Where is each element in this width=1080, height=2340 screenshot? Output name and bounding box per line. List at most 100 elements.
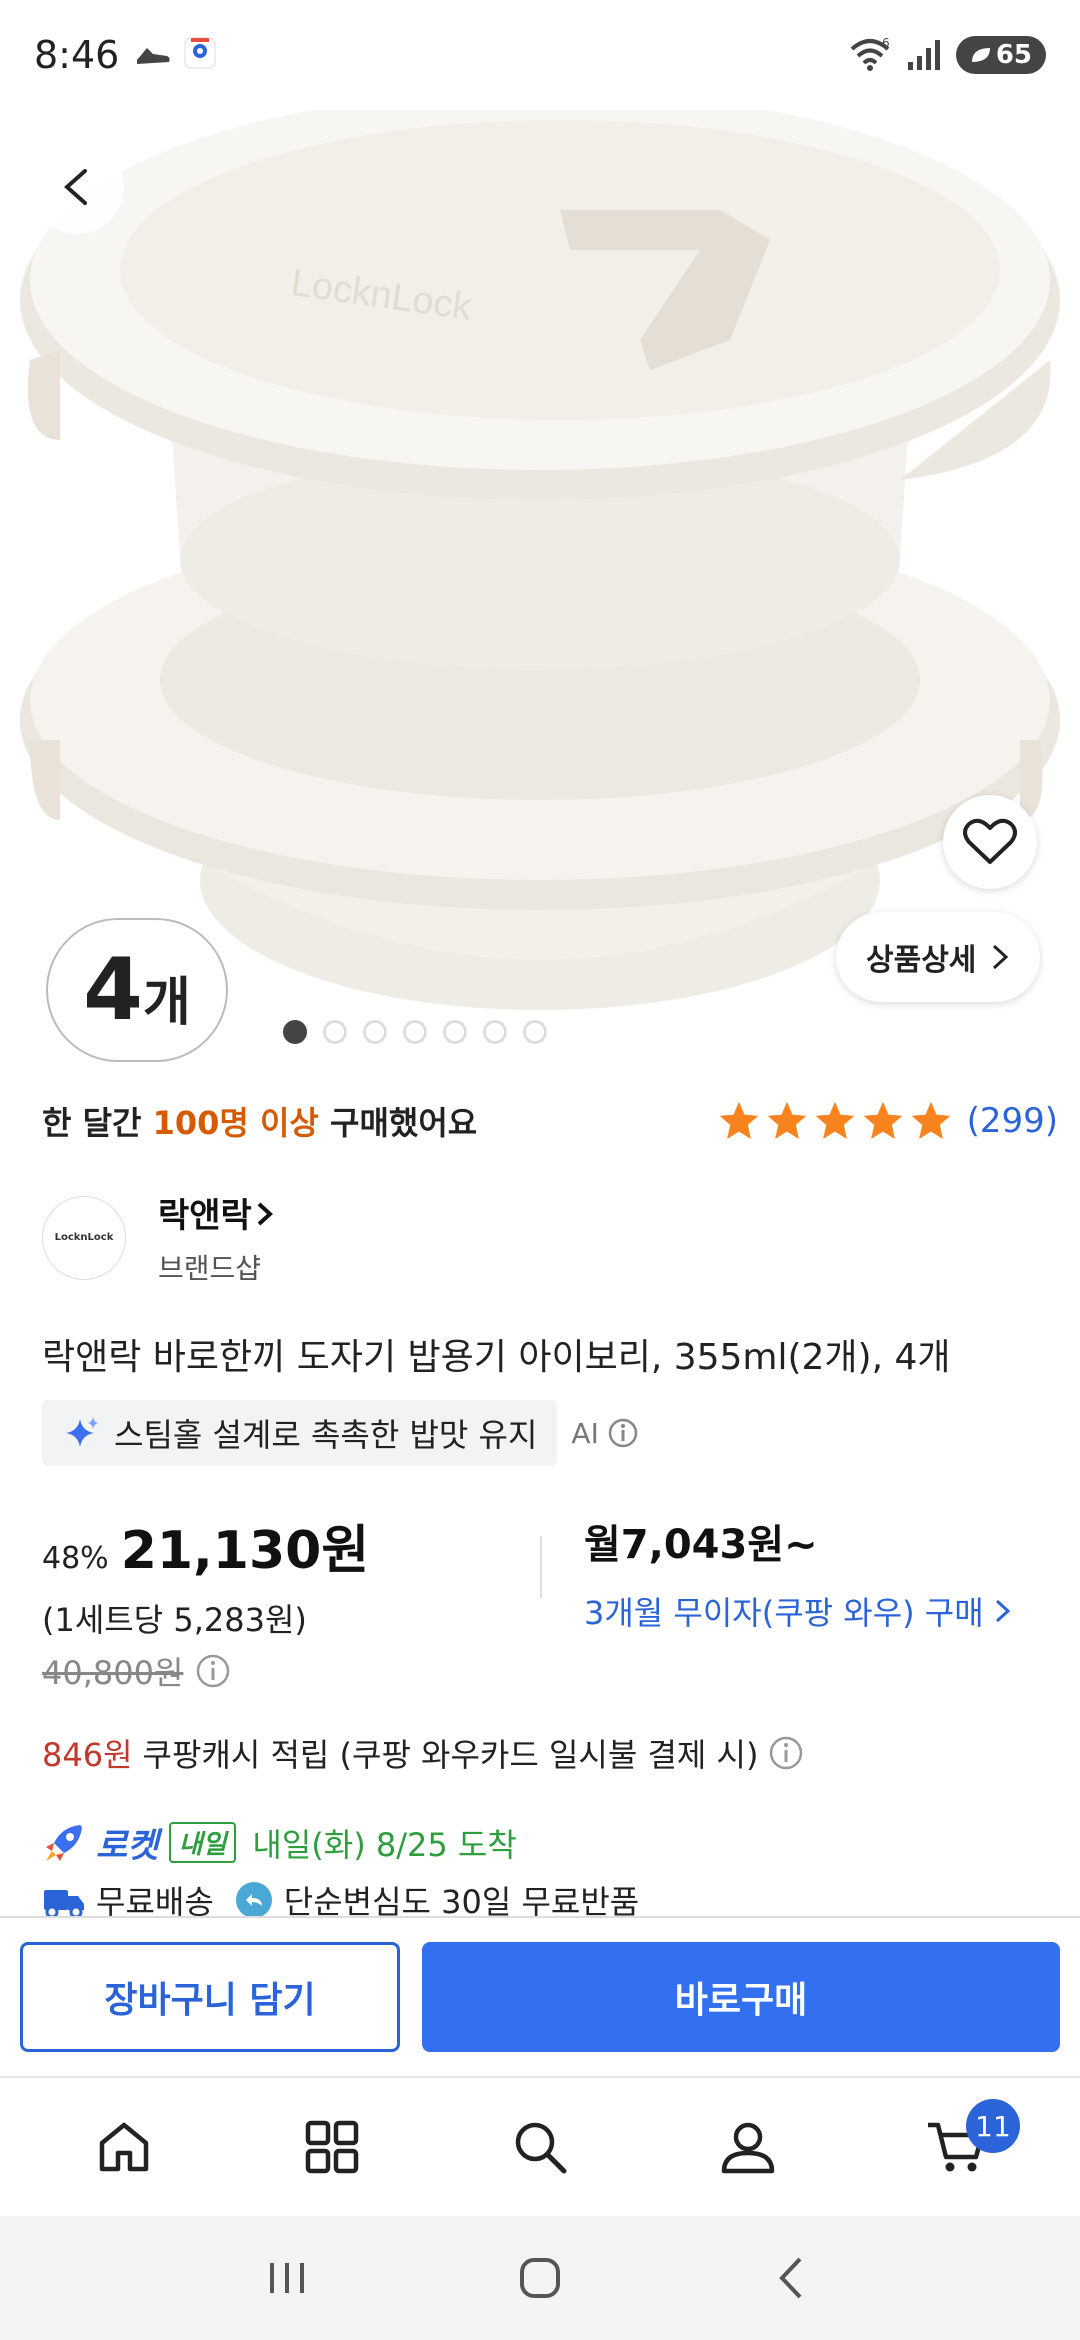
ai-summary-row: 스팀홀 설계로 촉촉한 밥맛 유지 AI [42,1400,639,1466]
info-icon [608,1418,638,1448]
system-navigation-bar [0,2216,1080,2340]
map-pin-icon [184,37,216,69]
home-icon [99,2122,149,2172]
ai-summary-chip: 스팀홀 설계로 촉촉한 밥맛 유지 [42,1400,558,1466]
pagination-dot[interactable] [323,1020,347,1044]
sale-price: 21,130원 [120,1521,370,1581]
back-button[interactable] [30,140,124,234]
nav-cart[interactable]: 11 [886,2087,1026,2207]
purchase-suffix: 구매했어요 [318,1104,478,1142]
rocket-delivery-row: 로켓 내일 내일(화) 8/25 도착 [42,1818,517,1867]
pagination-dot[interactable] [403,1020,427,1044]
rocket-tomorrow-tag: 내일 [168,1822,237,1863]
free-shipping-text: 무료배송 [96,1883,214,1920]
truck-icon [44,1890,84,1919]
star-icon [863,1101,902,1139]
rocket-label: 로켓 [96,1826,159,1866]
monthly-price: 월7,043원~ [584,1522,818,1568]
product-detail-button[interactable]: 상품상세 [836,912,1041,1002]
search-icon [515,2122,567,2174]
network-type: 6 [882,37,890,50]
pagination-dot[interactable] [443,1020,467,1044]
review-count[interactable]: (299) [967,1101,1058,1141]
brand-logo-text: LocknLock [54,1232,114,1243]
rating[interactable]: (299) [717,1099,1058,1143]
recent-apps-icon[interactable] [262,2253,312,2303]
info-icon[interactable] [195,1653,231,1689]
brand-logo: LocknLock [42,1195,126,1280]
chevron-left-icon [63,169,87,205]
purchase-action-bar: 장바구니 담기 바로구매 [0,1916,1080,2076]
price-line: 48% 21,130원 [42,1508,369,1583]
nav-my-account[interactable] [678,2087,818,2207]
leaf-icon [971,48,990,62]
star-icon [719,1101,758,1139]
status-time: 8:46 [34,33,120,77]
signal-icon [907,40,940,70]
status-left: 8:46 [34,33,217,77]
pagination-dot[interactable] [283,1020,307,1044]
original-price-row: 40,800원 [42,1648,231,1694]
product-title: 락앤락 바로한끼 도자기 밥용기 아이보리, 355ml(2개), 4개 [42,1337,951,1378]
product-detail-label: 상품상세 [866,943,977,978]
system-back-icon[interactable] [768,2253,818,2303]
ai-label[interactable]: AI [571,1417,638,1450]
chevron-right-icon [993,944,1009,970]
arrival-date: 내일(화) 8/25 도착 [252,1825,517,1864]
brand-shop-link[interactable]: LocknLock 락앤락 브랜드샵 [42,1188,274,1287]
wishlist-button[interactable] [943,795,1037,889]
chevron-right-icon [995,1599,1010,1623]
brand-info: 락앤락 브랜드샵 [158,1188,274,1287]
ai-label-text: AI [571,1416,599,1450]
price-block: 48% 21,130원 (1세트당 5,283원) [42,1508,369,1641]
pagination-dot[interactable] [483,1020,507,1044]
star-icon [911,1101,950,1139]
grid-icon [305,2120,359,2174]
status-bar: 8:46 6 65 [0,0,1080,110]
home-circle-icon[interactable] [515,2253,565,2303]
bottom-navigation: 11 [0,2076,1080,2216]
heart-icon [963,818,1017,864]
brand-name-text: 락앤락 [158,1196,252,1236]
pagination-dot[interactable] [523,1020,547,1044]
brand-name: 락앤락 [158,1188,274,1237]
purchase-count-text: 한 달간 100명 이상 구매했어요 [42,1098,477,1144]
user-icon [721,2122,775,2174]
installment-block: 월7,043원~ 3개월 무이자(쿠팡 와우) 구매 [584,1512,1012,1634]
cart-count-badge: 11 [966,2099,1020,2153]
info-icon[interactable] [768,1735,804,1771]
purchase-prefix: 한 달간 [42,1104,153,1142]
add-to-cart-button[interactable]: 장바구니 담기 [20,1942,400,2052]
brand-subtitle: 브랜드샵 [158,1252,262,1285]
nav-home[interactable] [54,2087,194,2207]
star-icon [767,1101,806,1139]
shoe-icon [137,48,171,64]
sparkle-icon [66,1417,98,1447]
nav-search[interactable] [470,2087,610,2207]
discount-rate: 48% [42,1541,109,1576]
unit-price: (1세트당 5,283원) [42,1601,307,1639]
original-price: 40,800원 [42,1654,184,1692]
star-icon [815,1101,854,1139]
ai-summary-text: 스팀홀 설계로 촉촉한 밥맛 유지 [114,1416,538,1454]
cashback-text: 쿠팡캐시 적립 (쿠팡 와우카드 일시불 결제 시) [142,1736,759,1774]
price-divider [540,1536,542,1598]
purchase-highlight: 100명 이상 [152,1104,319,1142]
battery-level: 65 [995,40,1032,70]
rocket-icon [46,1824,82,1861]
return-icon [235,1882,272,1918]
social-proof-row: 한 달간 100명 이상 구매했어요 (299) [42,1098,1058,1144]
cashback-row: 846원 쿠팡캐시 적립 (쿠팡 와우카드 일시불 결제 시) [42,1730,804,1776]
return-policy-text: 단순변심도 30일 무료반품 [283,1883,640,1920]
shipping-row: 무료배송 단순변심도 30일 무료반품 [42,1880,639,1920]
wifi-icon: 6 [850,37,890,71]
buy-now-button[interactable]: 바로구매 [422,1942,1060,2052]
installment-link[interactable]: 3개월 무이자(쿠팡 와우) 구매 [584,1588,1012,1634]
pagination-dot[interactable] [363,1020,387,1044]
cashback-amount: 846원 [42,1736,133,1774]
status-notification-icons [133,36,217,74]
battery-indicator: 65 [955,36,1046,74]
chevron-right-icon [257,1202,273,1226]
nav-categories[interactable] [262,2087,402,2207]
status-right: 6 65 [848,36,1046,74]
